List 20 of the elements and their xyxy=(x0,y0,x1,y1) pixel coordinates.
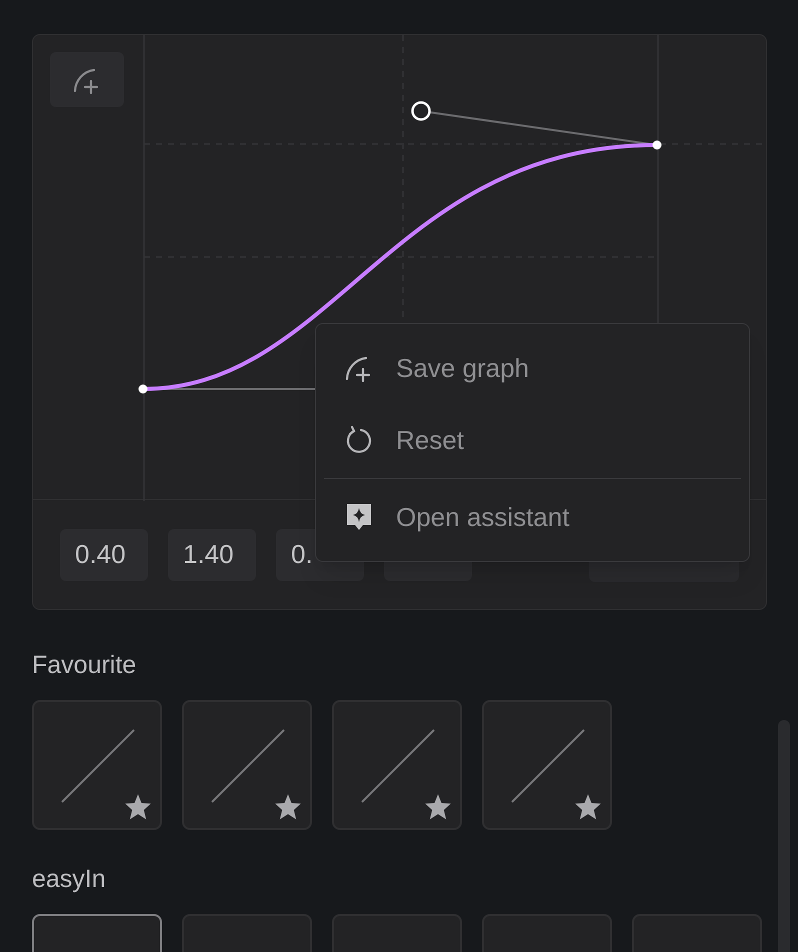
menu-item[interactable]: Open assistant xyxy=(316,481,749,553)
control-handle[interactable] xyxy=(411,101,431,121)
linear-curve-icon xyxy=(360,728,436,804)
linear-curve-icon xyxy=(210,728,286,804)
easing-preset[interactable] xyxy=(332,700,462,830)
value-field[interactable]: 1.40 xyxy=(168,528,256,581)
easing-preset[interactable] xyxy=(482,700,612,830)
value-field[interactable]: 0.40 xyxy=(60,528,148,581)
menu-item[interactable]: Reset xyxy=(316,404,749,476)
easing-preset[interactable] xyxy=(182,700,312,830)
section-title: Favourite xyxy=(32,650,138,680)
menu-item[interactable]: Save graph xyxy=(316,332,749,404)
curve-point[interactable] xyxy=(138,384,148,394)
curve-point[interactable] xyxy=(652,140,662,150)
section-title: easyIn xyxy=(32,864,107,894)
add-graph-button[interactable] xyxy=(50,52,124,107)
easing-preset[interactable] xyxy=(32,700,162,830)
reset-icon xyxy=(344,425,374,455)
linear-curve-icon xyxy=(60,728,136,804)
linear-curve-icon xyxy=(510,728,586,804)
